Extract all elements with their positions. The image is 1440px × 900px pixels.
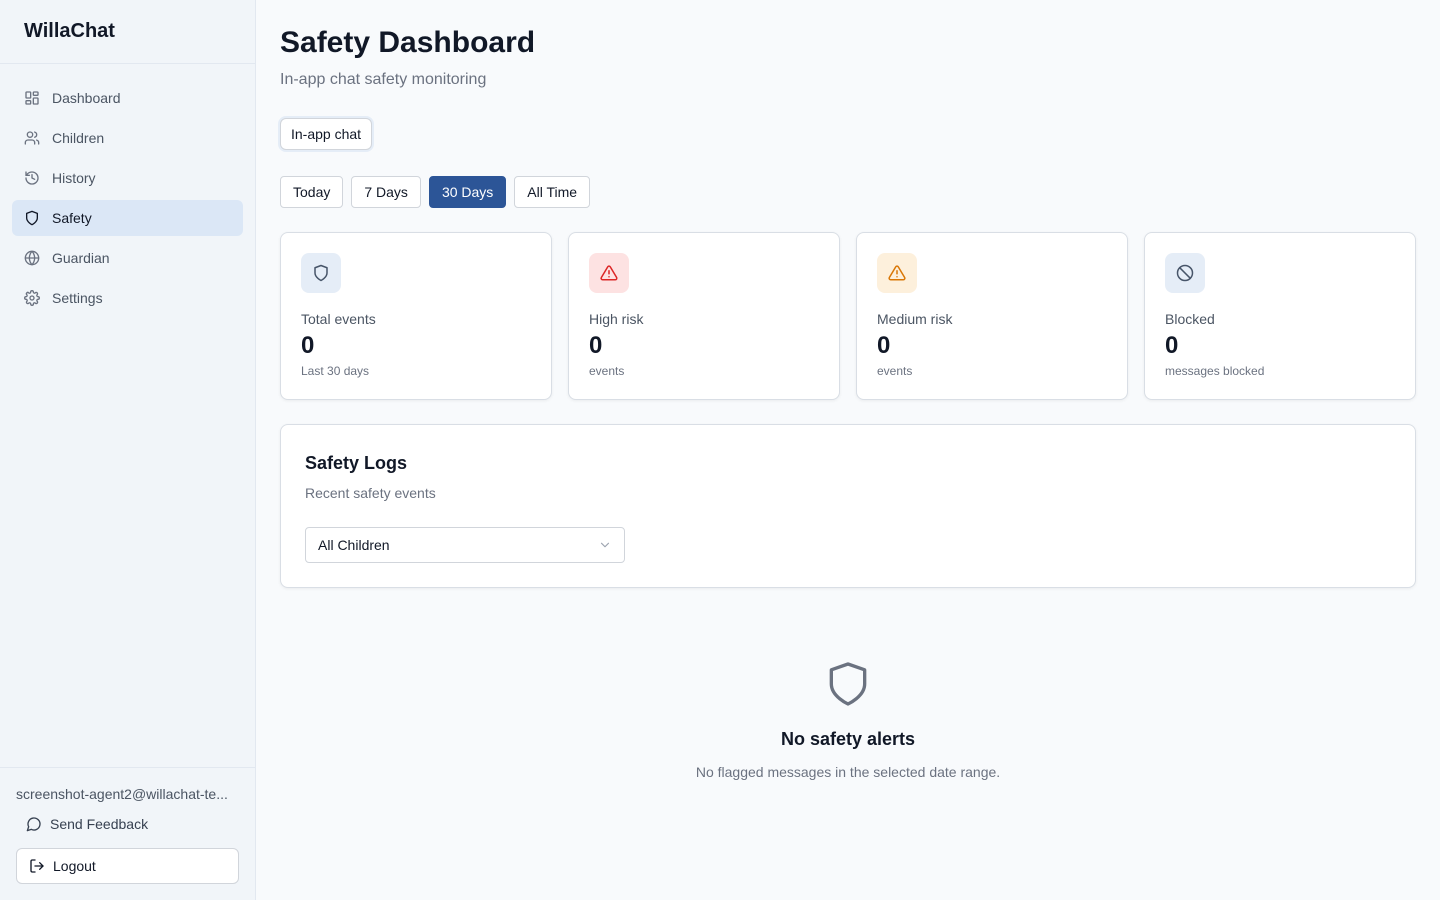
- stat-note: messages blocked: [1165, 364, 1265, 378]
- stat-value: 0: [301, 332, 315, 359]
- stat-note: Last 30 days: [301, 364, 370, 378]
- app-logo[interactable]: WillaChat: [0, 0, 255, 64]
- empty-state: No safety alerts No flagged messages in …: [280, 660, 1416, 780]
- users-icon: [24, 131, 40, 145]
- page-subtitle: In-app chat safety monitoring: [280, 71, 487, 88]
- user-email: screenshot-agent2@willachat-te...: [16, 786, 228, 802]
- sidebar-item-safety[interactable]: Safety: [12, 200, 243, 236]
- range-all-time-button[interactable]: All Time: [514, 176, 591, 208]
- channel-filter-chip[interactable]: In-app chat: [280, 118, 373, 150]
- sidebar: WillaChat Dashboard Children History Saf…: [0, 0, 256, 900]
- sidebar-item-settings[interactable]: Settings: [12, 280, 243, 316]
- sidebar-item-label: Guardian: [52, 250, 110, 266]
- sidebar-footer: screenshot-agent2@willachat-te... Send F…: [0, 767, 255, 900]
- sidebar-item-guardian[interactable]: Guardian: [12, 240, 243, 276]
- sidebar-item-children[interactable]: Children: [12, 120, 243, 156]
- stat-icon-container: [877, 253, 917, 293]
- stat-label: Medium risk: [877, 311, 953, 327]
- sidebar-item-history[interactable]: History: [12, 160, 243, 196]
- sidebar-item-label: Settings: [52, 290, 103, 306]
- stat-note: events: [589, 364, 625, 378]
- stat-note: events: [877, 364, 913, 378]
- stat-card-medium-risk: Medium risk 0 events: [856, 232, 1128, 400]
- send-feedback-label: Send Feedback: [50, 816, 149, 832]
- sidebar-item-label: Safety: [52, 210, 92, 226]
- shield-icon: [26, 210, 38, 226]
- stat-icon-container: [301, 253, 341, 293]
- send-feedback-link[interactable]: Send Feedback: [16, 816, 239, 832]
- empty-state-message: No flagged messages in the selected date…: [695, 764, 1001, 780]
- sidebar-nav: Dashboard Children History Safety Guardi…: [0, 64, 255, 316]
- chevron-down-icon: [600, 542, 610, 548]
- logout-label: Logout: [53, 858, 96, 874]
- dashboard-icon: [25, 91, 39, 105]
- ban-icon: [1176, 264, 1194, 282]
- shield-icon: [829, 662, 867, 706]
- stat-card-total-events: Total events 0 Last 30 days: [280, 232, 552, 400]
- shield-icon: [314, 264, 328, 282]
- message-circle-icon: [26, 817, 41, 832]
- stat-card-high-risk: High risk 0 events: [568, 232, 840, 400]
- sidebar-item-label: History: [52, 170, 96, 186]
- stat-value: 0: [589, 332, 603, 359]
- globe-icon: [24, 250, 40, 266]
- stat-icon-container: [1165, 253, 1205, 293]
- safety-logs-subtitle: Recent safety events: [305, 485, 436, 501]
- sidebar-item-label: Children: [52, 130, 105, 146]
- history-icon: [25, 171, 39, 185]
- safety-logs-title: Safety Logs: [305, 453, 408, 473]
- date-range-selector: Today 7 Days 30 Days All Time: [280, 176, 591, 208]
- sidebar-item-dashboard[interactable]: Dashboard: [12, 80, 243, 116]
- logout-button[interactable]: Logout: [16, 848, 239, 884]
- logout-icon: [30, 859, 44, 873]
- stat-icon-container: [589, 253, 629, 293]
- stat-label: High risk: [589, 311, 644, 327]
- child-filter-select[interactable]: All Children: [305, 527, 625, 563]
- stat-card-blocked: Blocked 0 messages blocked: [1144, 232, 1416, 400]
- stat-value: 0: [877, 332, 891, 359]
- stat-value: 0: [1165, 332, 1179, 359]
- safety-logs-card: Safety Logs Recent safety events All Chi…: [280, 424, 1416, 588]
- range-today-button[interactable]: Today: [280, 176, 344, 208]
- stat-label: Total events: [301, 311, 376, 327]
- range-7-days-button[interactable]: 7 Days: [351, 176, 421, 208]
- page-title: Safety Dashboard: [280, 26, 536, 59]
- alert-triangle-icon: [888, 265, 906, 281]
- gear-icon: [24, 290, 40, 306]
- stat-label: Blocked: [1165, 311, 1215, 327]
- child-filter-value: All Children: [318, 537, 390, 553]
- alert-triangle-icon: [600, 265, 618, 281]
- sidebar-item-label: Dashboard: [52, 90, 121, 106]
- empty-state-title: No safety alerts: [780, 729, 916, 749]
- stats-cards: Total events 0 Last 30 days High risk 0 …: [280, 232, 1416, 400]
- range-30-days-button[interactable]: 30 Days: [428, 176, 507, 208]
